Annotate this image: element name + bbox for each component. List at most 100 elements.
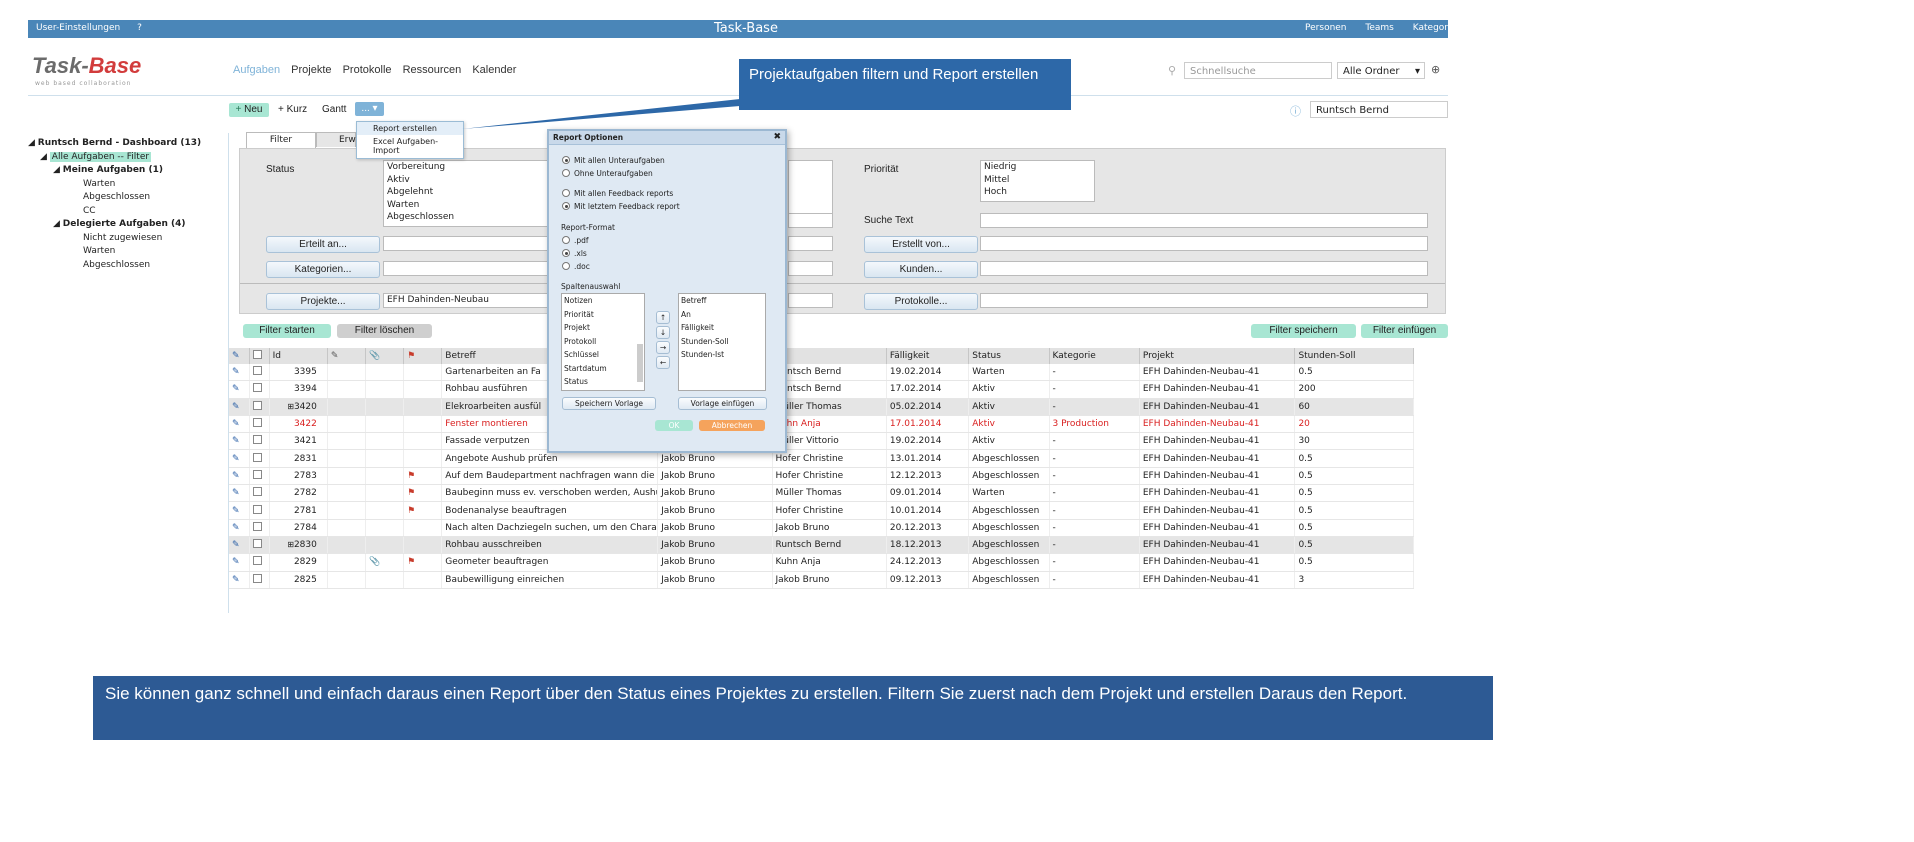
user-settings-link[interactable]: User-Einstellungen <box>36 23 120 33</box>
middle-field-3[interactable] <box>788 261 833 276</box>
list-item[interactable]: Hoch <box>984 186 1094 199</box>
table-row[interactable]: ✎ 2831 Angebote Aushub prüfen Jakob Bruno Ho… <box>229 449 1414 468</box>
list-item[interactable]: Notizen <box>564 294 644 308</box>
list-item[interactable]: Abgelehnt <box>387 186 547 199</box>
list-item[interactable]: Fälligkeit <box>681 321 765 335</box>
col-to[interactable]: An <box>772 348 887 364</box>
scrollbar[interactable] <box>637 344 643 382</box>
created-for-input[interactable] <box>383 236 548 251</box>
edit-icon[interactable]: ✎ <box>232 419 240 429</box>
table-row[interactable]: ✎ 3395 Gartenarbeiten an Fa Runtsch Bernd 19… <box>229 364 1414 382</box>
list-item[interactable]: An <box>681 308 765 322</box>
row-checkbox[interactable] <box>252 573 262 583</box>
tree-item-delegated[interactable]: ◢ Delegierte Aufgaben (4) <box>53 219 186 229</box>
middle-field-1[interactable] <box>788 213 833 228</box>
nav-resources[interactable]: Ressourcen <box>403 64 462 76</box>
expand-icon[interactable]: ⊞ <box>287 540 294 549</box>
row-checkbox[interactable] <box>252 504 262 514</box>
middle-field-4[interactable] <box>788 293 833 308</box>
save-template-button[interactable]: Speichern Vorlage <box>562 397 656 410</box>
add-column-button[interactable]: → <box>656 341 670 354</box>
list-item[interactable]: Status <box>564 375 644 389</box>
edit-icon[interactable]: ✎ <box>232 402 240 412</box>
created-by-button[interactable]: Erstellt von... <box>864 236 978 253</box>
list-item[interactable]: Schlüssel <box>564 348 644 362</box>
col-category[interactable]: Kategorie <box>1049 348 1140 364</box>
filter-insert-button[interactable]: Filter einfügen <box>1361 324 1448 338</box>
tab-filter[interactable]: Filter <box>246 132 316 148</box>
edit-icon[interactable]: ✎ <box>232 436 240 446</box>
radio-without-subtasks[interactable]: Ohne Unteraufgaben <box>562 169 653 178</box>
ok-button[interactable]: OK <box>655 420 693 431</box>
row-checkbox[interactable] <box>252 452 262 462</box>
tree-item-all[interactable]: ◢ Alle Aufgaben -- Filter <box>40 152 152 162</box>
col-hours[interactable]: Stunden-Soll <box>1294 348 1414 364</box>
quick-search-input[interactable]: Schnellsuche <box>1184 62 1332 79</box>
new-button[interactable]: + Neu <box>229 103 269 117</box>
nav-projects[interactable]: Projekte <box>291 64 331 76</box>
info-icon[interactable]: ⓘ <box>1290 103 1301 119</box>
list-item[interactable]: Priorität <box>564 308 644 322</box>
tree-root[interactable]: ◢ Runtsch Bernd - Dashboard (13) <box>28 138 201 148</box>
row-checkbox[interactable] <box>252 435 262 445</box>
radio-last-feedback[interactable]: Mit letztem Feedback report <box>562 202 680 211</box>
radio-pdf[interactable]: .pdf <box>562 236 589 245</box>
persons-link[interactable]: Personen <box>1305 23 1346 33</box>
edit-icon[interactable]: ✎ <box>232 557 240 567</box>
available-columns-list[interactable]: Notizen Priorität Projekt Protokoll Schl… <box>561 293 645 391</box>
insert-template-button[interactable]: Vorlage einfügen <box>678 397 767 410</box>
nav-calendar[interactable]: Kalender <box>472 64 516 76</box>
protocols-input[interactable] <box>980 293 1428 308</box>
table-row[interactable]: ✎ 2782 ⚑ Baubeginn muss ev. verschoben werd… <box>229 484 1414 503</box>
row-checkbox[interactable] <box>252 521 262 531</box>
protocols-button[interactable]: Protokolle... <box>864 293 978 310</box>
table-row[interactable]: ✎ 2825 Baubewilligung einreichen Jakob Brun… <box>229 571 1414 589</box>
col-due[interactable]: Fälligkeit <box>886 348 970 364</box>
radio-doc[interactable]: .doc <box>562 262 590 271</box>
created-by-input[interactable] <box>980 236 1428 251</box>
list-item[interactable]: Mittel <box>984 174 1094 187</box>
tree-item-mine-waiting[interactable]: Warten <box>83 179 115 189</box>
status-listbox[interactable]: Vorbereitung Aktiv Abgelehnt Warten Abge… <box>383 160 548 227</box>
close-icon[interactable]: ✖ <box>773 131 781 144</box>
radio-xls[interactable]: .xls <box>562 249 587 258</box>
tree-item-mine-cc[interactable]: CC <box>83 206 96 216</box>
edit-icon[interactable]: ✎ <box>232 523 240 533</box>
table-row[interactable]: ✎ 3422 Fenster montieren Kuhn Anja 17.01.201… <box>229 415 1414 434</box>
cancel-button[interactable]: Abbrechen <box>699 420 765 431</box>
row-checkbox[interactable] <box>252 383 262 393</box>
table-row[interactable]: ✎ 2781 ⚑ Bodenanalyse beauftragen Jakob Brun… <box>229 501 1414 520</box>
table-row[interactable]: ✎ ⊞3420 Elekroarbeiten ausfül Müller Thomas… <box>229 398 1414 416</box>
list-item[interactable]: Warten <box>387 199 547 212</box>
tree-item-mine[interactable]: ◢ Meine Aufgaben (1) <box>53 165 163 175</box>
list-item[interactable]: Betreff <box>681 294 765 308</box>
move-up-button[interactable]: ↑ <box>656 311 670 324</box>
edit-icon[interactable]: ✎ <box>232 488 240 498</box>
menu-item-excel-import[interactable]: Excel Aufgaben-Import <box>357 135 463 157</box>
row-checkbox[interactable] <box>252 556 262 566</box>
teams-link[interactable]: Teams <box>1365 23 1393 33</box>
help-link[interactable]: ? <box>137 23 142 33</box>
table-row[interactable]: ✎ ⊞2830 Rohbau ausschreiben Jakob Bruno Runt… <box>229 536 1414 555</box>
filter-save-button[interactable]: Filter speichern <box>1251 324 1356 338</box>
edit-icon[interactable]: ✎ <box>232 540 240 550</box>
table-row[interactable]: ✎ 2829 📎 ⚑ Geometer beauftragen Jakob Bruno Ku… <box>229 553 1414 572</box>
row-checkbox[interactable] <box>252 539 262 549</box>
middle-field-2[interactable] <box>788 236 833 251</box>
nav-tasks[interactable]: Aufgaben <box>233 64 280 76</box>
created-for-button[interactable]: Erteilt an... <box>266 236 380 253</box>
col-project[interactable]: Projekt <box>1139 348 1296 364</box>
categories-button[interactable]: Kategorien... <box>266 261 380 278</box>
list-item[interactable]: Niedrig <box>984 161 1094 174</box>
edit-icon[interactable]: ✎ <box>232 575 240 585</box>
search-text-input[interactable] <box>980 213 1428 228</box>
col-status[interactable]: Status <box>968 348 1050 364</box>
edit-icon[interactable]: ✎ <box>232 506 240 516</box>
col-flag[interactable]: ⚑ <box>403 348 443 364</box>
nav-protocols[interactable]: Protokolle <box>343 64 392 76</box>
short-button[interactable]: + Kurz <box>278 103 307 117</box>
edit-icon[interactable]: ✎ <box>232 454 240 464</box>
list-item[interactable]: Vorbereitung <box>387 161 547 174</box>
list-item[interactable]: Abgeschlossen <box>387 211 547 224</box>
row-checkbox[interactable] <box>252 487 262 497</box>
